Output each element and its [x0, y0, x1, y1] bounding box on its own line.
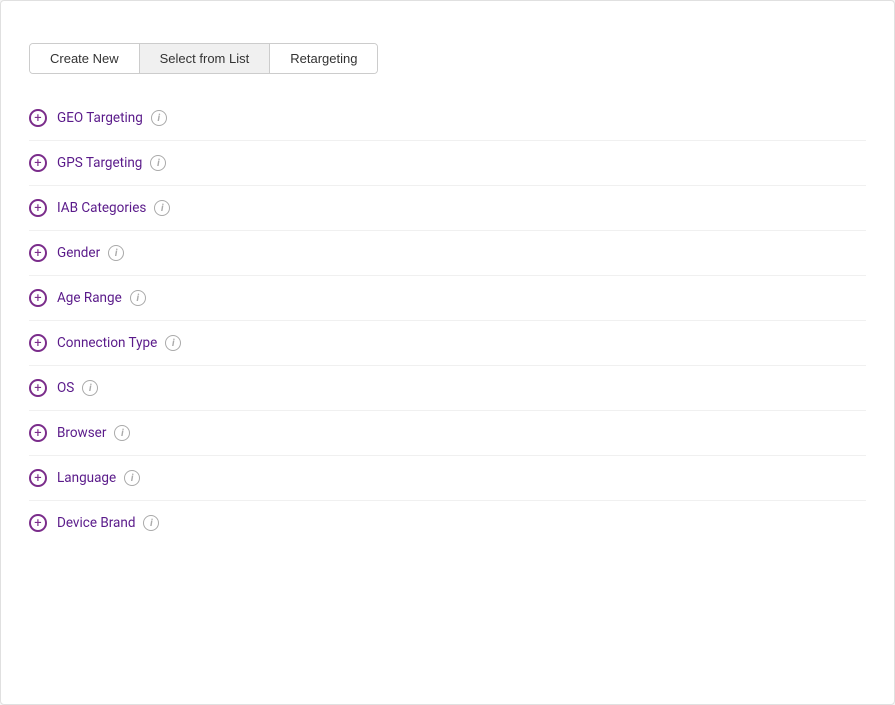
tab-retargeting[interactable]: Retargeting: [270, 44, 377, 73]
targeting-label-iab-categories: IAB Categories: [57, 200, 146, 216]
targeting-item-connection-type[interactable]: + Connection Type i: [29, 321, 866, 366]
plus-icon-language: +: [29, 469, 47, 487]
targeting-label-language: Language: [57, 470, 116, 486]
targeting-label-os: OS: [57, 380, 74, 396]
info-icon-gps-targeting[interactable]: i: [150, 155, 166, 171]
targeting-item-os[interactable]: + OS i: [29, 366, 866, 411]
info-icon-iab-categories[interactable]: i: [154, 200, 170, 216]
info-icon-device-brand[interactable]: i: [143, 515, 159, 531]
tab-create-new[interactable]: Create New: [30, 44, 140, 73]
plus-icon-connection-type: +: [29, 334, 47, 352]
info-icon-browser[interactable]: i: [114, 425, 130, 441]
targeting-item-gender[interactable]: + Genderi: [29, 231, 866, 276]
targeting-label-gps-targeting: GPS Targeting: [57, 155, 142, 171]
targeting-label-age-range: Age Range: [57, 290, 122, 306]
targeting-list: + GEO Targeting i + GPS Targeting i + IAB Categ…: [29, 96, 866, 545]
targeting-label-device-brand: Device Brand: [57, 515, 135, 531]
info-icon-language[interactable]: i: [124, 470, 140, 486]
tab-select-from-list[interactable]: Select from List: [140, 44, 271, 73]
plus-icon-device-brand: +: [29, 514, 47, 532]
plus-icon-os: +: [29, 379, 47, 397]
targeting-panel: Create New Select from List Retargeting …: [0, 0, 895, 705]
info-icon-geo-targeting[interactable]: i: [151, 110, 167, 126]
info-icon-gender[interactable]: i: [108, 245, 124, 261]
targeting-item-iab-categories[interactable]: + IAB Categories i: [29, 186, 866, 231]
plus-icon-iab-categories: +: [29, 199, 47, 217]
targeting-item-geo-targeting[interactable]: + GEO Targeting i: [29, 96, 866, 141]
targeting-label-connection-type: Connection Type: [57, 335, 157, 351]
info-icon-age-range[interactable]: i: [130, 290, 146, 306]
plus-icon-age-range: +: [29, 289, 47, 307]
targeting-label-browser: Browser: [57, 425, 106, 441]
targeting-item-age-range[interactable]: + Age Range i: [29, 276, 866, 321]
plus-icon-geo-targeting: +: [29, 109, 47, 127]
targeting-label-geo-targeting: GEO Targeting: [57, 110, 143, 126]
targeting-item-language[interactable]: + Language i: [29, 456, 866, 501]
targeting-item-gps-targeting[interactable]: + GPS Targeting i: [29, 141, 866, 186]
targeting-item-browser[interactable]: + Browser i: [29, 411, 866, 456]
plus-icon-browser: +: [29, 424, 47, 442]
plus-icon-gps-targeting: +: [29, 154, 47, 172]
info-icon-os[interactable]: i: [82, 380, 98, 396]
plus-icon-gender: +: [29, 244, 47, 262]
audience-tab-group: Create New Select from List Retargeting: [29, 43, 378, 74]
targeting-item-device-brand[interactable]: + Device Brand i: [29, 501, 866, 545]
targeting-label-gender: Gender: [57, 245, 100, 261]
info-icon-connection-type[interactable]: i: [165, 335, 181, 351]
